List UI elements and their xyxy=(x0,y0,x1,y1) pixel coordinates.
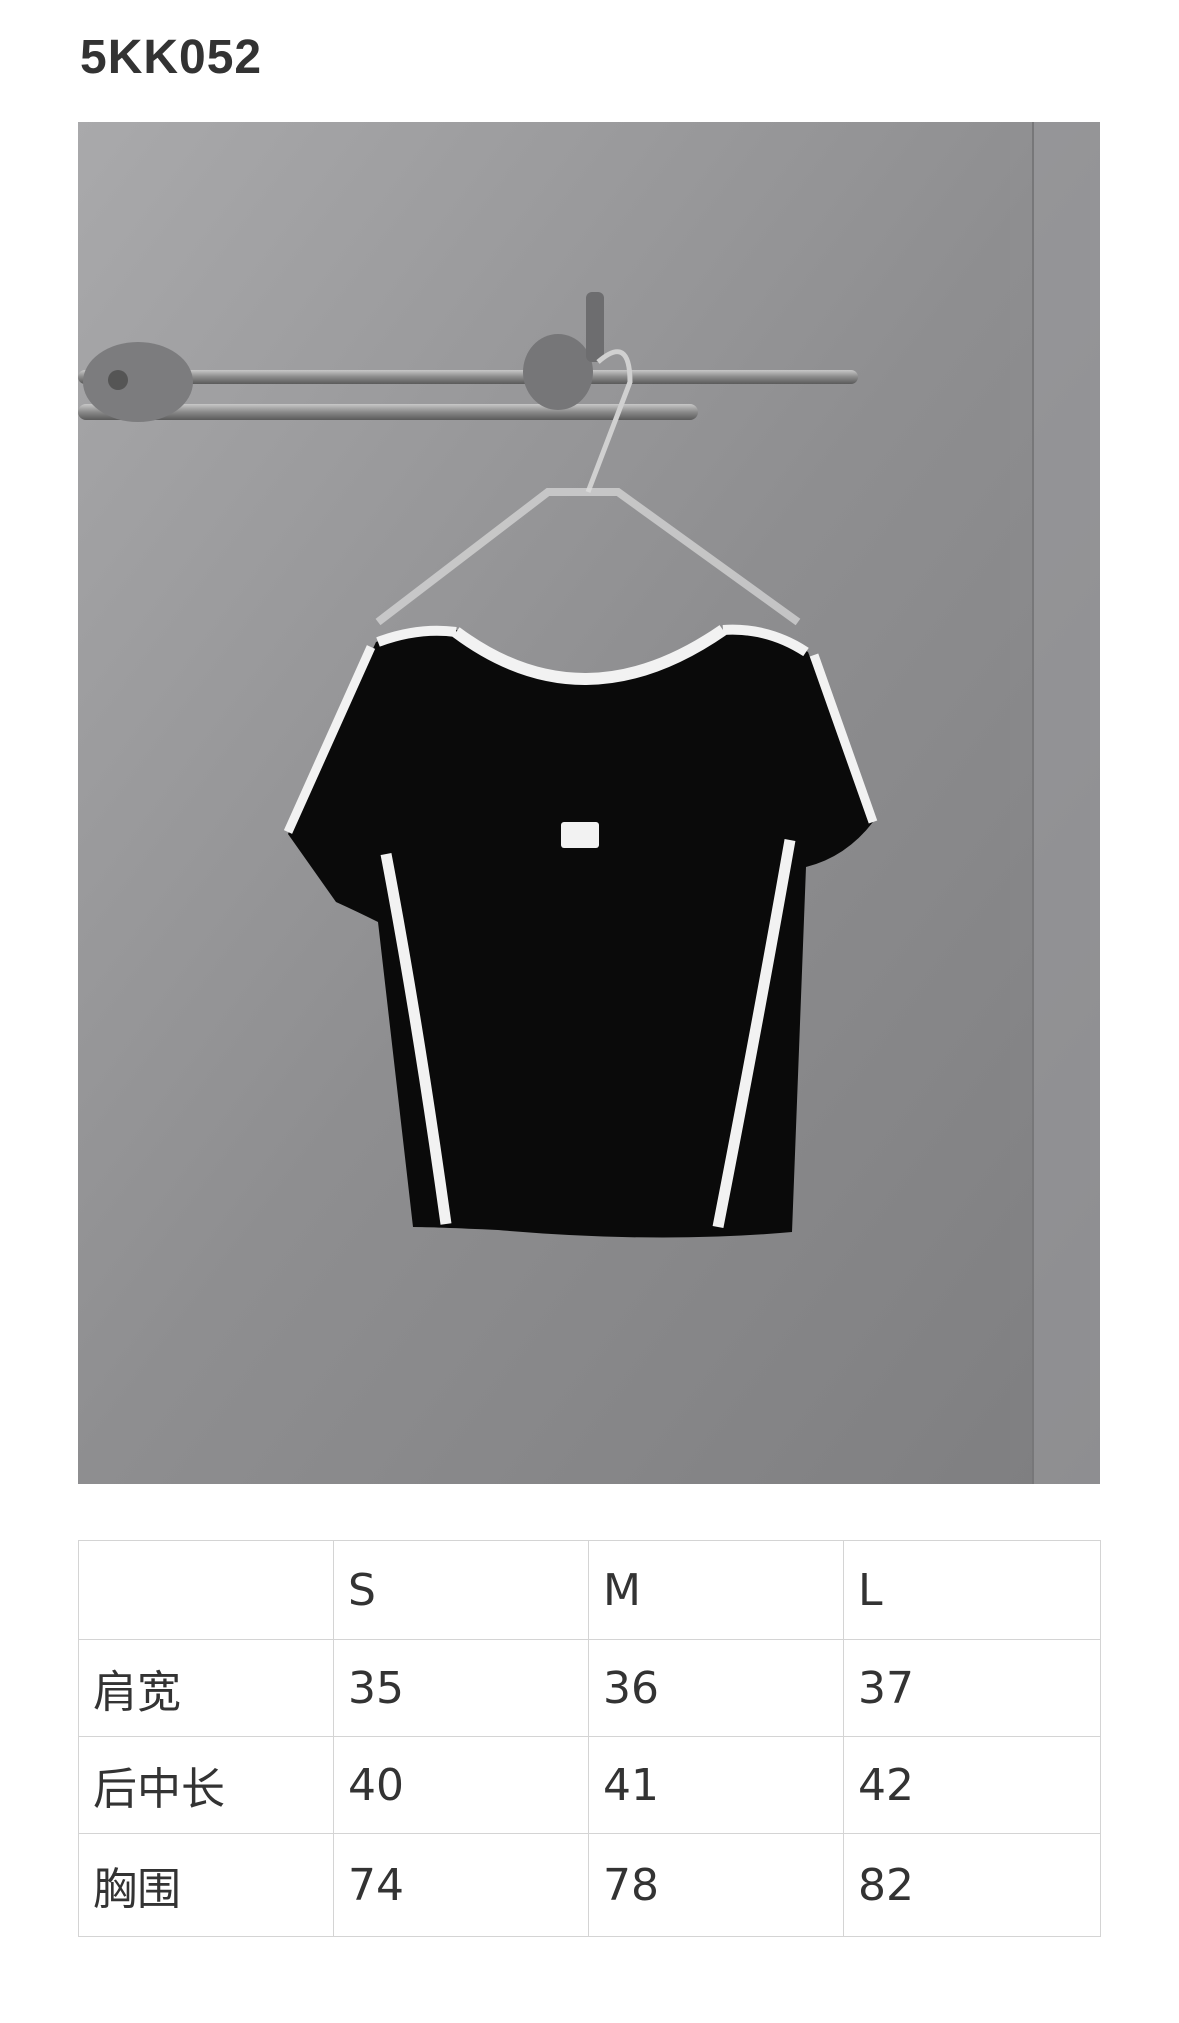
table-cell: 41 xyxy=(588,1736,844,1834)
table-cell: 74 xyxy=(333,1833,589,1937)
table-cell: 37 xyxy=(843,1639,1101,1737)
table-header-cell: M xyxy=(588,1540,844,1640)
table-cell: 40 xyxy=(333,1736,589,1834)
table-header-cell xyxy=(78,1540,334,1640)
product-code: 5KK052 xyxy=(80,31,263,84)
table-header-row: S M L xyxy=(78,1540,1101,1640)
table-cell: 35 xyxy=(333,1639,589,1737)
table-header-cell: L xyxy=(843,1540,1101,1640)
black-tshirt-photo-icon xyxy=(78,122,1100,1484)
size-table: S M L 肩宽 35 36 37 后中长 40 41 42 胸围 74 78 … xyxy=(78,1540,1101,1937)
table-cell: 82 xyxy=(843,1833,1101,1937)
table-cell: 78 xyxy=(588,1833,844,1937)
table-cell: 42 xyxy=(843,1736,1101,1834)
table-row: 后中长 40 41 42 xyxy=(78,1736,1101,1834)
row-label: 后中长 xyxy=(78,1736,334,1834)
product-photo xyxy=(78,122,1100,1484)
row-label: 肩宽 xyxy=(78,1639,334,1737)
table-row: 胸围 74 78 82 xyxy=(78,1833,1101,1937)
table-row: 肩宽 35 36 37 xyxy=(78,1639,1101,1737)
table-header-cell: S xyxy=(333,1540,589,1640)
row-label: 胸围 xyxy=(78,1833,334,1937)
table-cell: 36 xyxy=(588,1639,844,1737)
